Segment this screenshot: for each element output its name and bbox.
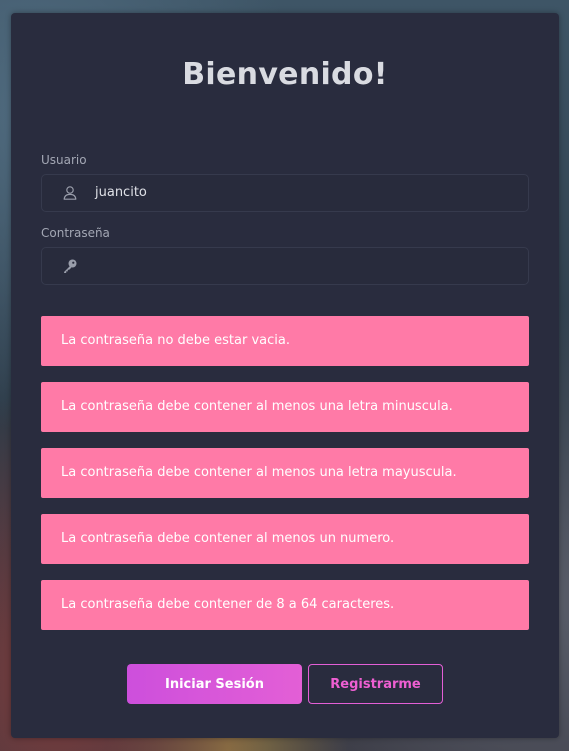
username-field[interactable]: juancito [41,174,529,212]
username-value: juancito [95,185,147,200]
user-icon [62,185,78,201]
password-field[interactable] [41,247,529,285]
page-title: Bienvenido! [182,57,388,92]
error-message: La contraseña debe contener al menos un … [41,514,529,564]
error-message: La contraseña debe contener al menos una… [41,382,529,432]
login-card: Bienvenido! Usuario juancito Contraseña … [11,13,559,738]
username-label: Usuario [41,153,87,167]
key-icon [62,258,78,274]
error-message: La contraseña debe contener al menos una… [41,448,529,498]
login-button[interactable]: Iniciar Sesión [127,664,302,704]
register-button[interactable]: Registrarme [308,664,443,704]
error-message: La contraseña debe contener de 8 a 64 ca… [41,580,529,630]
error-message: La contraseña no debe estar vacia. [41,316,529,366]
password-label: Contraseña [41,226,110,240]
